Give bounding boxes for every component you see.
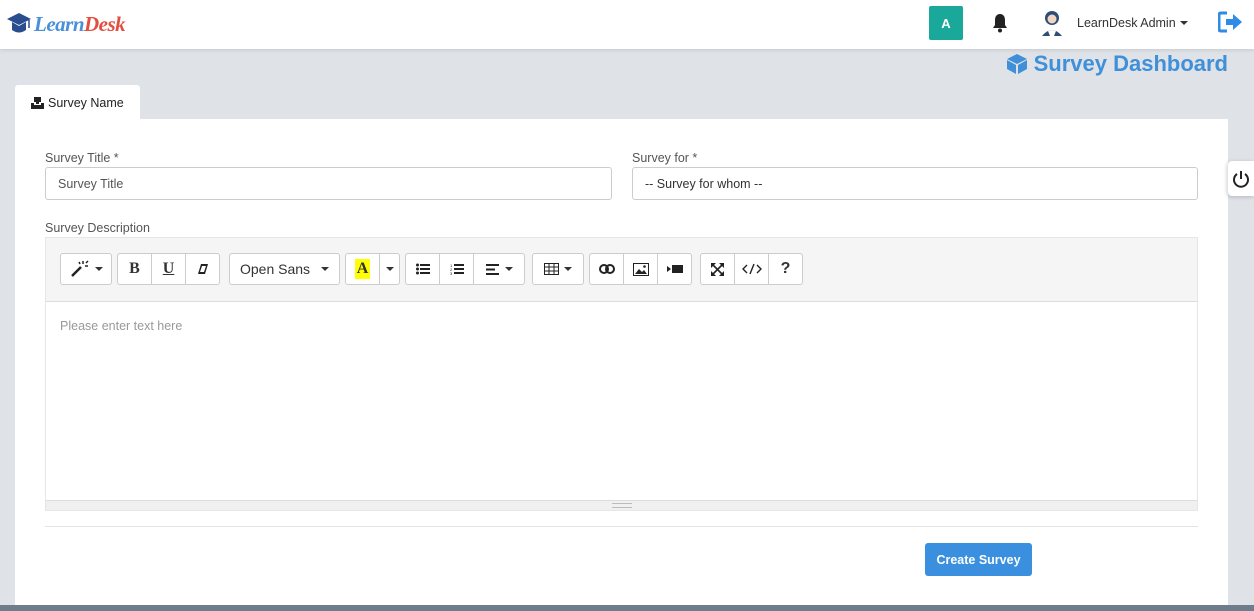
insert-group [589, 253, 692, 285]
grip-icon [611, 503, 632, 508]
cube-icon [1006, 54, 1027, 74]
user-initial-badge[interactable]: A [929, 6, 963, 40]
numbered-list-icon: 1 2 3 [450, 263, 464, 276]
logout-icon[interactable] [1218, 11, 1244, 33]
view-group: ? [700, 253, 803, 285]
learndesk-logo[interactable]: LearnDesk [6, 8, 126, 40]
fullscreen-button[interactable] [700, 253, 735, 285]
table-dropdown-button[interactable] [532, 253, 584, 285]
font-family-value: Open Sans [240, 261, 311, 277]
eraser-icon [197, 264, 208, 274]
underline-icon: U [162, 260, 175, 277]
chevron-down-icon [385, 267, 394, 271]
editor-content-area[interactable]: Please enter text here [46, 302, 1197, 502]
mortarboard-logo-icon [7, 13, 31, 33]
bold-icon: B [129, 260, 140, 277]
create-survey-button[interactable]: Create Survey [925, 543, 1032, 576]
color-dropdown-button[interactable] [379, 253, 400, 285]
clear-format-button[interactable] [185, 253, 220, 285]
picture-icon [632, 262, 649, 276]
tab-label: Survey Name [48, 95, 124, 110]
side-power-button[interactable] [1228, 161, 1254, 196]
survey-for-label: Survey for * [632, 151, 698, 165]
survey-for-select[interactable]: -- Survey for whom -- [632, 167, 1198, 200]
insert-link-button[interactable] [589, 253, 624, 285]
user-avatar-icon[interactable] [1040, 9, 1064, 37]
font-name-group: Open Sans [229, 253, 340, 285]
survey-for-selected-value: -- Survey for whom -- [645, 176, 763, 191]
form-divider [45, 526, 1198, 527]
rich-text-editor: B U Open Sans A 1 2 3 ? Please enter tex… [45, 237, 1198, 511]
expand-icon [711, 262, 724, 276]
power-icon [1233, 170, 1249, 188]
tab-survey-name[interactable]: Survey Name [15, 85, 140, 120]
editor-toolbar: B U Open Sans A 1 2 3 ? [46, 238, 1197, 302]
bottom-strip [0, 605, 1254, 611]
table-icon [544, 263, 559, 275]
insert-image-button[interactable] [623, 253, 658, 285]
top-navbar: LearnDesk A LearnDesk Admin [0, 0, 1254, 49]
page-title: Survey Dashboard [1006, 51, 1228, 77]
page-title-text: Survey Dashboard [1033, 51, 1228, 76]
video-icon [666, 265, 683, 273]
chevron-down-icon [1179, 21, 1188, 25]
chevron-down-icon [94, 267, 103, 271]
font-style-group: B U [117, 253, 220, 285]
bullet-list-icon [415, 263, 430, 275]
survey-description-label: Survey Description [45, 221, 150, 235]
color-group: A [345, 253, 400, 285]
editor-resize-handle[interactable] [46, 500, 1197, 510]
paragraph-group: 1 2 3 [405, 253, 525, 285]
table-group [532, 253, 584, 285]
help-button[interactable]: ? [768, 253, 803, 285]
magic-wand-icon [70, 260, 89, 277]
text-color-button[interactable]: A [345, 253, 380, 285]
bold-button[interactable]: B [117, 253, 152, 285]
survey-title-label: Survey Title * [45, 151, 119, 165]
chevron-down-icon [564, 267, 572, 271]
unordered-list-button[interactable] [405, 253, 440, 285]
style-dropdown-button[interactable] [60, 253, 112, 285]
user-name-label: LearnDesk Admin [1077, 16, 1176, 30]
highlight-a-icon: A [354, 259, 371, 279]
survey-form-card: Survey Title * Survey for * -- Survey fo… [15, 119, 1228, 611]
svg-text:3: 3 [450, 271, 453, 276]
style-group [60, 253, 112, 285]
logo-wordmark: LearnDesk [34, 11, 126, 36]
insert-video-button[interactable] [657, 253, 692, 285]
align-left-icon [485, 263, 499, 275]
survey-title-input[interactable] [45, 167, 612, 200]
bell-icon[interactable] [991, 13, 1009, 33]
ordered-list-button[interactable]: 1 2 3 [439, 253, 474, 285]
question-icon: ? [780, 260, 791, 277]
chevron-down-icon [504, 267, 513, 271]
code-view-button[interactable] [734, 253, 769, 285]
underline-button[interactable]: U [151, 253, 186, 285]
chevron-down-icon [321, 267, 329, 271]
inbox-icon [31, 96, 44, 109]
font-family-dropdown[interactable]: Open Sans [229, 253, 340, 285]
link-icon [598, 264, 615, 274]
user-menu[interactable]: LearnDesk Admin [1077, 16, 1188, 30]
editor-placeholder: Please enter text here [60, 319, 183, 333]
align-dropdown-button[interactable] [473, 253, 525, 285]
code-icon [741, 263, 762, 275]
